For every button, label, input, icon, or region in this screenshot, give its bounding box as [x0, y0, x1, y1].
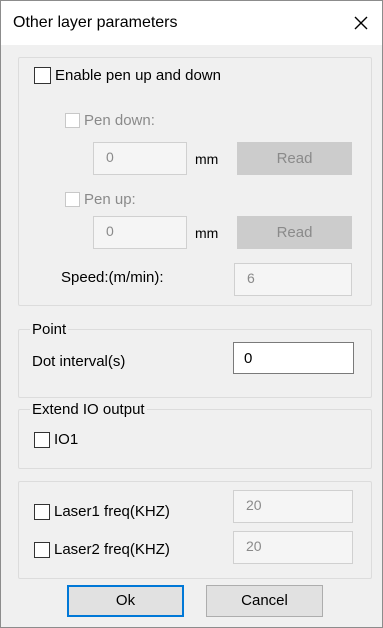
speed-input[interactable]: 6	[234, 263, 352, 296]
pen-down-checkbox-box[interactable]	[65, 113, 80, 128]
io1-checkbox-box[interactable]	[34, 431, 50, 448]
close-icon	[354, 16, 368, 30]
laser1-label: Laser1 freq(KHZ)	[54, 503, 170, 520]
laser2-label: Laser2 freq(KHZ)	[54, 541, 170, 558]
enable-pen-label: Enable pen up and down	[55, 67, 221, 84]
pen-down-read-button[interactable]: Read	[237, 142, 352, 175]
pen-down-label: Pen down:	[84, 112, 155, 129]
laser2-checkbox[interactable]: Laser2 freq(KHZ)	[34, 541, 170, 558]
laser2-checkbox-box[interactable]	[34, 541, 50, 558]
enable-pen-checkbox-box[interactable]	[34, 67, 51, 84]
pen-up-label: Pen up:	[84, 191, 136, 208]
cancel-button[interactable]: Cancel	[206, 585, 323, 617]
pen-down-input[interactable]: 0	[93, 142, 187, 175]
pen-up-input[interactable]: 0	[93, 216, 187, 249]
pen-down-checkbox[interactable]: Pen down:	[65, 112, 155, 129]
pen-up-checkbox[interactable]: Pen up:	[65, 191, 136, 208]
pen-up-unit: mm	[195, 225, 219, 241]
title-bar: Other layer parameters	[1, 1, 382, 45]
laser1-input[interactable]: 20	[233, 490, 353, 523]
io1-label: IO1	[54, 431, 79, 448]
point-group-title: Point	[30, 321, 69, 338]
dot-interval-input[interactable]: 0	[233, 342, 354, 374]
io1-checkbox[interactable]: IO1	[34, 431, 78, 448]
laser1-checkbox-box[interactable]	[34, 503, 50, 520]
close-button[interactable]	[344, 7, 378, 39]
pen-up-checkbox-box[interactable]	[65, 192, 80, 207]
dot-interval-label: Dot interval(s)	[32, 353, 126, 370]
dialog-title: Other layer parameters	[13, 14, 178, 31]
speed-label: Speed:(m/min):	[61, 269, 164, 286]
laser2-input[interactable]: 20	[233, 531, 353, 564]
ok-button[interactable]: Ok	[67, 585, 184, 617]
dialog-window: Other layer parameters Enable pen up and…	[0, 0, 383, 628]
laser1-checkbox[interactable]: Laser1 freq(KHZ)	[34, 503, 170, 520]
pen-up-read-button[interactable]: Read	[237, 216, 352, 249]
io-group-title: Extend IO output	[30, 401, 147, 418]
enable-pen-checkbox[interactable]: Enable pen up and down	[34, 67, 221, 84]
pen-down-unit: mm	[195, 151, 219, 167]
